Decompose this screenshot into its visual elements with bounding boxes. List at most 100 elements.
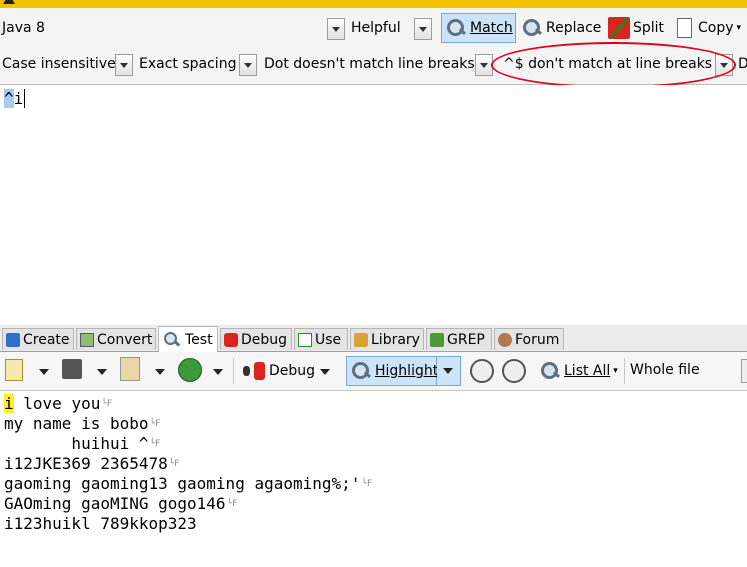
- line-break-marker: └F: [226, 499, 238, 509]
- highlight-label: Highlight: [375, 363, 439, 379]
- subject-line: gaoming gaoming13 gaoming agaoming%;'└F: [4, 474, 373, 493]
- forum-icon: [498, 332, 512, 347]
- split-label: Split: [633, 20, 665, 36]
- tab-bar: Create Convert Test Debug Use Library GR…: [0, 325, 747, 352]
- tab-grep[interactable]: GREP: [426, 328, 492, 350]
- subject-text: i love you└F my name is bobo└F huihui ^└…: [4, 394, 372, 534]
- chevron-down-icon[interactable]: [155, 369, 165, 375]
- tab-debug[interactable]: Debug: [220, 328, 292, 350]
- options-toolbar: Case insensitive Exact spacing Dot doesn…: [0, 48, 747, 85]
- spacing-option[interactable]: Exact spacing: [139, 56, 236, 72]
- chevron-down-icon[interactable]: [213, 369, 223, 375]
- debug-icon: [224, 332, 238, 347]
- line-break-marker: └F: [361, 479, 373, 489]
- flavor-dropdown-button[interactable]: [327, 18, 345, 40]
- copy-icon: [673, 17, 695, 39]
- highlight-dropdown-button[interactable]: [437, 356, 461, 386]
- line-break-marker: └F: [149, 439, 161, 449]
- save-icon[interactable]: [62, 359, 82, 379]
- subject-line: i123huikl 789kkop323: [4, 514, 197, 533]
- scope-select[interactable]: Whole file: [630, 362, 700, 378]
- regex-text: ^ i: [4, 88, 26, 108]
- copy-label: Copy: [698, 20, 734, 36]
- split-button[interactable]: Split: [605, 13, 669, 43]
- tab-test-label: Test: [185, 331, 213, 348]
- tab-test[interactable]: Test: [158, 326, 218, 352]
- separator: [624, 358, 625, 384]
- text-caret: [24, 88, 26, 108]
- anchors-option[interactable]: ^$ don't match at line breaks: [503, 56, 712, 72]
- title-bar: [0, 0, 747, 8]
- anchors-dropdown-button[interactable]: [715, 54, 733, 76]
- tab-debug-label: Debug: [241, 331, 288, 348]
- convert-icon: [80, 332, 94, 347]
- tab-use-label: Use: [315, 331, 342, 348]
- tab-convert-label: Convert: [97, 331, 153, 348]
- list-all-button[interactable]: List All ▾: [536, 356, 620, 386]
- test-toolbar: Debug Highlight List All ▾ Whole file: [0, 352, 747, 391]
- tab-create-label: Create: [23, 331, 70, 348]
- open-file-icon[interactable]: [5, 359, 23, 381]
- match-label: Match: [470, 20, 513, 36]
- case-option[interactable]: Case insensitive: [2, 56, 116, 72]
- tab-forum[interactable]: Forum: [494, 328, 564, 350]
- replace-label: Replace: [546, 20, 602, 36]
- library-icon: [354, 332, 368, 347]
- chevron-down-icon[interactable]: [97, 369, 107, 375]
- bug-icon: [241, 360, 251, 382]
- replace-button[interactable]: Replace: [518, 13, 604, 43]
- magnifier-icon: [162, 330, 182, 350]
- debug-label: Debug: [269, 363, 316, 379]
- tab-grep-label: GREP: [447, 331, 485, 348]
- subject-line: i12JKE369 2365478└F: [4, 454, 180, 473]
- regex-selected-text: ^: [4, 88, 14, 108]
- scope-dropdown-button[interactable]: [741, 359, 747, 383]
- case-dropdown-button[interactable]: [115, 54, 133, 76]
- paste-icon[interactable]: [120, 357, 140, 381]
- spacing-dropdown-button[interactable]: [239, 54, 257, 76]
- tab-use[interactable]: Use: [294, 328, 348, 350]
- separator: [233, 358, 234, 384]
- tab-forum-label: Forum: [515, 331, 560, 348]
- chevron-down-icon: ▾: [736, 23, 742, 33]
- subject-line: huihui ^└F: [4, 434, 161, 453]
- debug-button[interactable]: Debug: [238, 356, 342, 386]
- operation-dropdown-button[interactable]: [414, 18, 432, 40]
- regex-editor[interactable]: [0, 85, 747, 325]
- match-highlight: i: [4, 394, 14, 413]
- grep-icon: [430, 332, 444, 347]
- chevron-down-icon: [443, 368, 453, 374]
- tab-convert[interactable]: Convert: [76, 328, 156, 350]
- create-icon: [6, 332, 20, 347]
- chevron-down-icon[interactable]: [39, 369, 49, 375]
- chevron-down-icon: ▾: [613, 366, 618, 376]
- subject-line: i love you└F: [4, 394, 113, 413]
- chevron-down-icon: [318, 360, 332, 382]
- dot-dropdown-button[interactable]: [475, 54, 493, 76]
- magnifier-icon: [445, 17, 467, 39]
- match-button[interactable]: Match: [441, 13, 516, 43]
- regex-rest-text: i: [13, 88, 24, 108]
- line-break-marker: └F: [149, 419, 161, 429]
- globe-icon[interactable]: [178, 358, 202, 382]
- copy-button[interactable]: Copy ▾: [670, 13, 747, 43]
- operation-select[interactable]: Helpful: [351, 20, 401, 36]
- magnifier-icon: [539, 360, 561, 382]
- main-toolbar: Java 8 Helpful Match Replace Split Copy …: [0, 8, 747, 49]
- dot-option[interactable]: Dot doesn't match line breaks: [264, 56, 475, 72]
- subject-line: GAOming gaoMING gogo146└F: [4, 494, 238, 513]
- highlight-button[interactable]: Highlight: [346, 356, 439, 386]
- subject-line: my name is bobo└F: [4, 414, 161, 433]
- line-break-marker: └F: [168, 459, 180, 469]
- tab-library[interactable]: Library: [350, 328, 424, 350]
- next-match-icon[interactable]: [502, 359, 526, 383]
- magnifier-icon: [350, 360, 372, 382]
- warning-icon: [3, 0, 15, 4]
- replace-icon: [521, 17, 543, 39]
- previous-match-icon[interactable]: [470, 359, 494, 383]
- tab-create[interactable]: Create: [2, 328, 74, 350]
- next-option-stub[interactable]: D: [738, 56, 747, 72]
- split-icon: [608, 17, 630, 39]
- use-icon: [298, 332, 312, 347]
- flavor-select[interactable]: Java 8: [2, 20, 45, 36]
